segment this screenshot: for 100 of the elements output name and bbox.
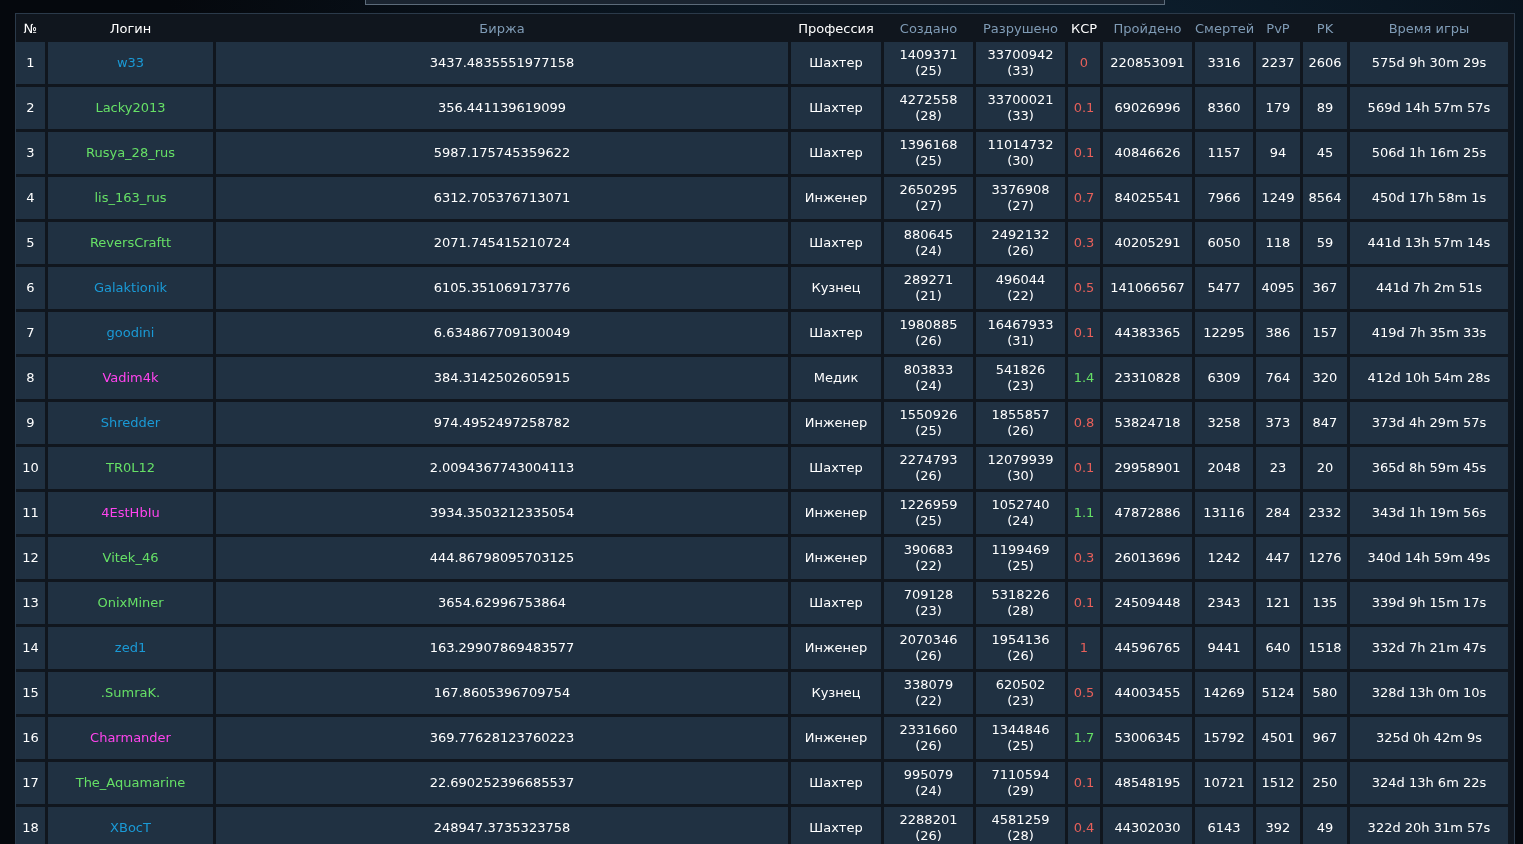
pk-cell: 847 <box>1303 401 1347 444</box>
profession-cell: Медик <box>791 356 881 399</box>
passed-cell: 44302030 <box>1103 806 1192 844</box>
pvp-cell: 284 <box>1256 491 1300 534</box>
profession-cell: Шахтер <box>791 761 881 804</box>
pk-cell: 45 <box>1303 131 1347 174</box>
player-login-link[interactable]: Rusya_28_rus <box>86 144 175 160</box>
playtime-cell: 332d 7h 21m 47s <box>1350 626 1508 669</box>
player-login-link[interactable]: lis_163_rus <box>94 189 167 205</box>
profession-cell: Инженер <box>791 716 881 759</box>
rank-cell: 1 <box>16 41 45 84</box>
pvp-cell: 94 <box>1256 131 1300 174</box>
destroyed-cell: 3376908 (27) <box>976 176 1065 219</box>
column-header[interactable]: Время игры <box>1350 17 1508 39</box>
playtime-cell: 506d 1h 16m 25s <box>1350 131 1508 174</box>
player-login-link[interactable]: ReversCraftt <box>89 234 172 250</box>
passed-cell: 44596765 <box>1103 626 1192 669</box>
player-login-link[interactable]: Lacky2013 <box>95 99 166 115</box>
deaths-cell: 3316 <box>1195 41 1253 84</box>
playtime-cell: 412d 10h 54m 28s <box>1350 356 1508 399</box>
rank-cell: 7 <box>16 311 45 354</box>
exchange-cell: 356.441139619099 <box>216 86 788 129</box>
profession-cell: Шахтер <box>791 806 881 844</box>
player-login-link[interactable]: 4EstHbIu <box>101 504 160 520</box>
player-login-link[interactable]: Shredder <box>100 414 161 430</box>
destroyed-cell: 1855857 (26) <box>976 401 1065 444</box>
destroyed-cell: 33700021 (33) <box>976 86 1065 129</box>
pk-cell: 1518 <box>1303 626 1347 669</box>
player-login-link[interactable]: The_Aquamarine <box>75 774 186 790</box>
deaths-cell: 15792 <box>1195 716 1253 759</box>
rank-cell: 15 <box>16 671 45 714</box>
exchange-cell: 2071.745415210724 <box>216 221 788 264</box>
created-cell: 2331660 (26) <box>884 716 973 759</box>
ksr-value: 0.1 <box>1073 459 1095 475</box>
player-login-link[interactable]: Vitek_46 <box>102 549 159 565</box>
rank-cell: 5 <box>16 221 45 264</box>
pk-cell: 320 <box>1303 356 1347 399</box>
column-header[interactable]: PvP <box>1256 17 1300 39</box>
pk-cell: 250 <box>1303 761 1347 804</box>
column-header[interactable]: Создано <box>884 17 973 39</box>
column-header[interactable]: Разрушено <box>976 17 1065 39</box>
profession-cell: Инженер <box>791 491 881 534</box>
column-header[interactable]: PK <box>1303 17 1347 39</box>
created-cell: 1409371 (25) <box>884 41 973 84</box>
passed-cell: 44383365 <box>1103 311 1192 354</box>
exchange-cell: 3654.62996753864 <box>216 581 788 624</box>
deaths-cell: 6309 <box>1195 356 1253 399</box>
destroyed-cell: 5318226 (28) <box>976 581 1065 624</box>
ksr-value: 0.7 <box>1073 189 1095 205</box>
passed-cell: 29958901 <box>1103 446 1192 489</box>
pk-cell: 49 <box>1303 806 1347 844</box>
created-cell: 1550926 (25) <box>884 401 973 444</box>
playtime-cell: 339d 9h 15m 17s <box>1350 581 1508 624</box>
player-login-link[interactable]: OnixMiner <box>97 594 164 610</box>
pvp-cell: 2237 <box>1256 41 1300 84</box>
deaths-cell: 10721 <box>1195 761 1253 804</box>
player-login-link[interactable]: Galaktionik <box>93 279 168 295</box>
player-login-link[interactable]: w33 <box>116 54 145 70</box>
playtime-cell: 343d 1h 19m 56s <box>1350 491 1508 534</box>
playtime-cell: 441d 13h 57m 14s <box>1350 221 1508 264</box>
deaths-cell: 1157 <box>1195 131 1253 174</box>
created-cell: 4272558 (28) <box>884 86 973 129</box>
profession-cell: Кузнец <box>791 266 881 309</box>
column-header[interactable]: Пройдено <box>1103 17 1192 39</box>
player-login-link[interactable]: XBocT <box>110 819 151 835</box>
passed-cell: 141066567 <box>1103 266 1192 309</box>
player-login-link[interactable]: TR0L12 <box>106 459 155 475</box>
passed-cell: 40205291 <box>1103 221 1192 264</box>
destroyed-cell: 12079939 (30) <box>976 446 1065 489</box>
rank-cell: 9 <box>16 401 45 444</box>
player-login-link[interactable]: .SumraK. <box>100 684 161 700</box>
player-login-link[interactable]: goodini <box>106 324 155 340</box>
column-header[interactable]: Биржа <box>216 17 788 39</box>
created-cell: 2070346 (26) <box>884 626 973 669</box>
playtime-cell: 324d 13h 6m 22s <box>1350 761 1508 804</box>
passed-cell: 48548195 <box>1103 761 1192 804</box>
rank-cell: 6 <box>16 266 45 309</box>
rank-cell: 14 <box>16 626 45 669</box>
ksr-value: 0.1 <box>1073 324 1095 340</box>
deaths-cell: 2343 <box>1195 581 1253 624</box>
ksr-value: 0.3 <box>1073 234 1095 250</box>
destroyed-cell: 496044 (22) <box>976 266 1065 309</box>
created-cell: 338079 (22) <box>884 671 973 714</box>
player-login-link[interactable]: Vadim4k <box>102 369 159 385</box>
ksr-value: 0.1 <box>1073 774 1095 790</box>
player-login-link[interactable]: zed1 <box>114 639 147 655</box>
deaths-cell: 6050 <box>1195 221 1253 264</box>
rank-cell: 8 <box>16 356 45 399</box>
created-cell: 1980885 (26) <box>884 311 973 354</box>
ksr-value: 1.7 <box>1073 729 1095 745</box>
passed-cell: 220853091 <box>1103 41 1192 84</box>
destroyed-cell: 620502 (23) <box>976 671 1065 714</box>
exchange-cell: 163.29907869483577 <box>216 626 788 669</box>
column-header[interactable]: Смертей <box>1195 17 1253 39</box>
destroyed-cell: 1052740 (24) <box>976 491 1065 534</box>
created-cell: 2274793 (26) <box>884 446 973 489</box>
pvp-cell: 4501 <box>1256 716 1300 759</box>
player-login-link[interactable]: Charmander <box>90 729 171 745</box>
ksr-value: 0 <box>1079 54 1089 70</box>
column-header: Логин <box>108 20 153 38</box>
